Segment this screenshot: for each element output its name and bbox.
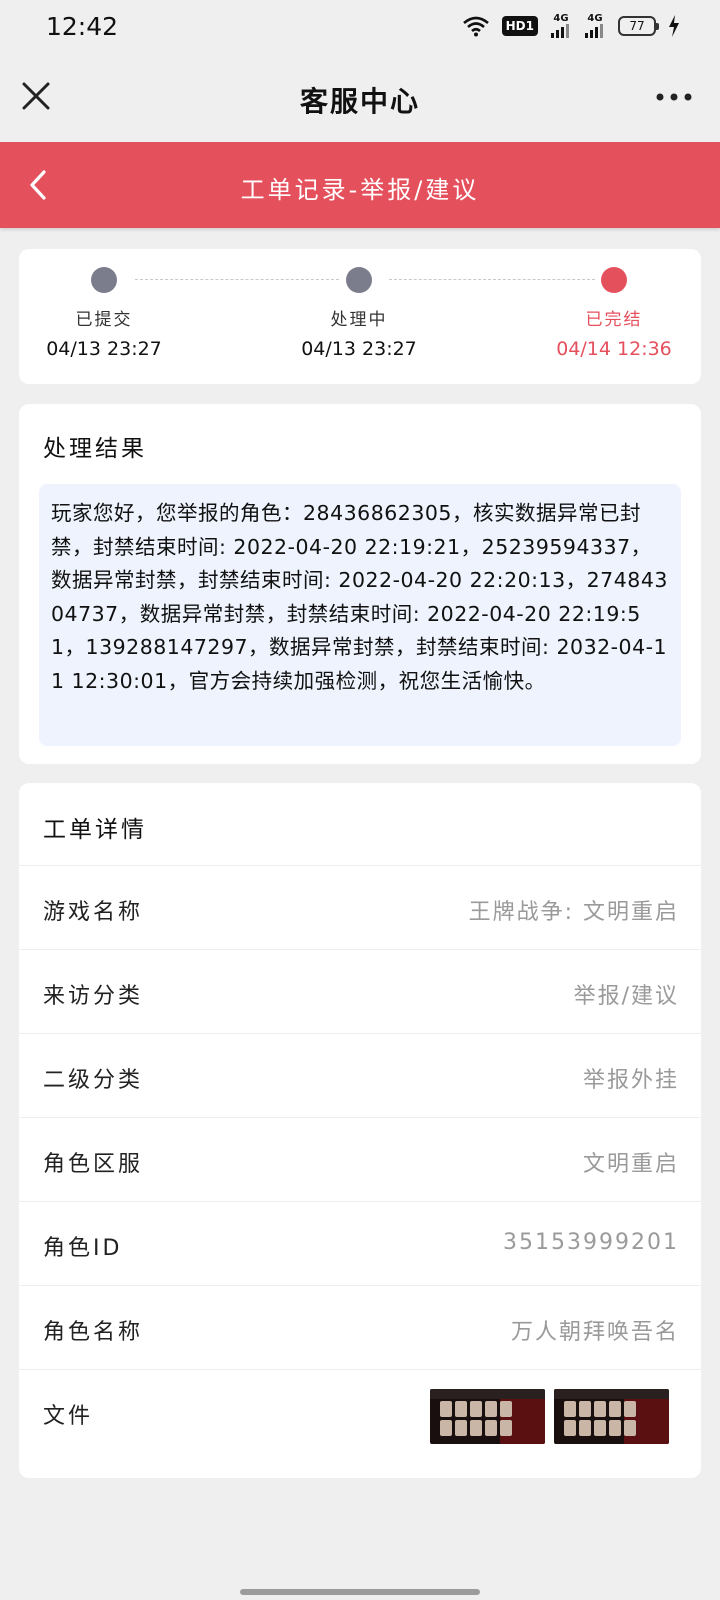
detail-card: 工单详情 游戏名称 王牌战争: 文明重启 来访分类 举报/建议 二级分类 举报外…: [19, 783, 701, 1478]
row-label: 来访分类: [43, 984, 144, 1009]
file-thumbnail[interactable]: [554, 1389, 669, 1444]
home-indicator[interactable]: [240, 1589, 480, 1595]
detail-row-role-name: 角色名称 万人朝拜唤吾名: [19, 1285, 701, 1369]
result-text: 玩家您好，您举报的角色：28436862305，核实数据异常已封禁，封禁结束时间…: [39, 484, 681, 746]
detail-title: 工单详情: [43, 817, 147, 843]
row-value: 王牌战争: 文明重启: [468, 900, 679, 925]
detail-row-category: 来访分类 举报/建议: [19, 949, 701, 1033]
step-label: 处理中: [330, 310, 388, 330]
row-label: 游戏名称: [43, 900, 144, 925]
title-bar: 客服中心: [0, 56, 720, 142]
signal-icon: 4G: [584, 14, 606, 38]
step-completed: 已完结 04/14 12:36: [534, 267, 694, 360]
step-dot: [346, 267, 372, 293]
page-title: 客服中心: [299, 85, 420, 118]
status-icons: HD1 4G 4G 77: [462, 14, 680, 38]
row-value: 举报外挂: [582, 1068, 679, 1093]
detail-row-role-id: 角色ID 35153999201: [19, 1201, 701, 1285]
row-label: 角色ID: [43, 1236, 123, 1261]
step-time: 04/13 23:27: [46, 338, 162, 360]
row-value: 35153999201: [503, 1230, 679, 1255]
row-value: 文明重启: [582, 1152, 679, 1177]
step-processing: 处理中 04/13 23:27: [279, 267, 439, 360]
row-value: 万人朝拜唤吾名: [510, 1320, 679, 1345]
hd-badge: HD1: [501, 16, 538, 36]
row-label: 角色区服: [43, 1152, 144, 1177]
detail-row-game-name: 游戏名称 王牌战争: 文明重启: [19, 865, 701, 949]
signal-icon: 4G: [550, 14, 572, 38]
result-card: 处理结果 玩家您好，您举报的角色：28436862305，核实数据异常已封禁，封…: [19, 404, 701, 764]
more-icon[interactable]: [654, 88, 694, 106]
progress-card: 已提交 04/13 23:27 处理中 04/13 23:27 已完结 04/1…: [19, 249, 701, 384]
step-time: 04/13 23:27: [301, 338, 417, 360]
status-bar: 12:42 HD1 4G 4G 77: [0, 0, 720, 56]
step-dot: [91, 267, 117, 293]
result-title: 处理结果: [43, 436, 147, 462]
battery-icon: 77: [618, 16, 659, 36]
detail-row-server: 角色区服 文明重启: [19, 1117, 701, 1201]
detail-row-files: 文件: [19, 1369, 701, 1469]
row-value: 举报/建议: [573, 984, 679, 1009]
charging-icon: [669, 15, 679, 37]
row-label: 角色名称: [43, 1320, 144, 1345]
ticket-header: 工单记录-举报/建议: [0, 142, 720, 228]
step-dot: [601, 267, 627, 293]
step-label: 已提交: [75, 310, 133, 330]
file-thumbnail[interactable]: [430, 1389, 545, 1444]
status-time: 12:42: [46, 12, 119, 41]
step-submitted: 已提交 04/13 23:27: [24, 267, 184, 360]
ticket-header-title: 工单记录-举报/建议: [240, 176, 480, 204]
signal-label: 4G: [587, 13, 603, 24]
detail-row-subcategory: 二级分类 举报外挂: [19, 1033, 701, 1117]
signal-label: 4G: [553, 13, 569, 24]
row-label: 文件: [43, 1404, 94, 1429]
step-time: 04/14 12:36: [556, 338, 672, 360]
step-label: 已完结: [585, 310, 643, 330]
wifi-icon: [462, 16, 489, 37]
row-label: 二级分类: [43, 1068, 144, 1093]
